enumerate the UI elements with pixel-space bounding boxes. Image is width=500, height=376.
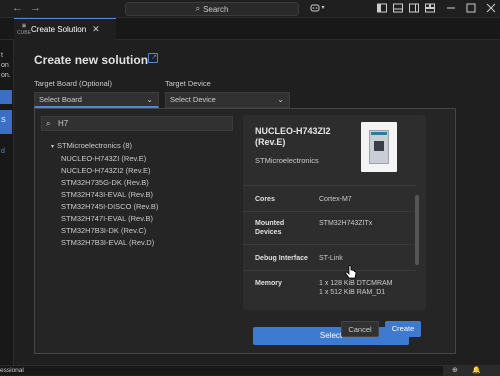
target-device-value: Select Device: [170, 95, 216, 104]
board-list-item[interactable]: STM32H735G-DK (Rev.B): [61, 178, 149, 187]
page-title: Create new solution: [34, 53, 149, 67]
search-label: Search: [203, 4, 229, 14]
detail-key: Mounted Devices: [255, 220, 285, 236]
cube-icon-label: CUBE: [17, 29, 31, 36]
board-list-item[interactable]: STM32H743I-EVAL (Rev.B): [61, 190, 153, 199]
status-bar-left-text: essional: [0, 367, 24, 374]
zoom-icon[interactable]: ⊕: [452, 366, 458, 374]
board-list-item[interactable]: STM32H747I-EVAL (Rev.B): [61, 214, 153, 223]
toggle-secondary-sidebar-icon[interactable]: [409, 3, 419, 13]
vendor-group-label: STMicroelectronics (8): [57, 141, 133, 150]
chevron-down-icon: ▾: [51, 144, 55, 150]
open-external-glyph: ↗: [151, 54, 157, 61]
board-list-item[interactable]: STM32H7B3I-EVAL (Rev.D): [61, 238, 154, 247]
target-board-label: Target Board (Optional): [34, 79, 112, 88]
detail-key: Cores: [255, 196, 275, 203]
board-filter-input[interactable]: ⌕ H7: [41, 116, 233, 131]
create-solution-view: Create new solution ↗ Target Board (Opti…: [14, 40, 500, 365]
sidebar-text-fragment: on.: [1, 72, 11, 79]
board-picker-panel: ⌕ H7 ▾ STMicroelectronics (8) NUCLEO-H743…: [34, 108, 456, 354]
sidebar-text-fragment: on: [1, 62, 9, 69]
close-icon[interactable]: [486, 3, 496, 13]
board-list-item[interactable]: NUCLEO-H743ZI2 (Rev.E): [61, 166, 150, 175]
notifications-bell-icon[interactable]: 🔔: [472, 366, 481, 374]
target-board-dropdown[interactable]: Select Board ⌄: [34, 92, 159, 108]
tab-create-solution[interactable]: ▣ CUBE Create Solution ✕: [14, 18, 116, 40]
tab-label: Create Solution: [31, 25, 87, 34]
board-filter-value: H7: [58, 119, 69, 128]
board-vendor: STMicroelectronics: [255, 156, 319, 165]
chevron-down-icon: ⌄: [146, 95, 153, 104]
sidebar-text-fragment: S: [1, 117, 6, 124]
board-name: NUCLEO-H743ZI2 (Rev.E): [255, 126, 331, 147]
detail-key: Memory: [255, 280, 282, 287]
cancel-button[interactable]: Cancel: [341, 321, 379, 337]
detail-row-mounted-devices: Mounted Devices STM32H743ZITx: [243, 211, 416, 244]
copilot-dropdown-chevron-icon[interactable]: ▾: [318, 3, 328, 13]
vendor-group[interactable]: ▾ STMicroelectronics (8): [51, 141, 132, 150]
title-bar: ← → ⌕ Search ▾: [0, 0, 500, 18]
sidebar-link-fragment[interactable]: d: [1, 148, 5, 155]
toggle-primary-sidebar-icon[interactable]: [377, 3, 387, 13]
minimize-icon[interactable]: [446, 3, 456, 13]
command-center-search[interactable]: ⌕ Search: [125, 2, 299, 16]
sidebar-button-fragment[interactable]: [0, 90, 12, 104]
target-device-dropdown[interactable]: Select Device ⌄: [165, 92, 290, 108]
back-arrow-icon[interactable]: ←: [12, 2, 23, 14]
maximize-icon[interactable]: [466, 3, 476, 13]
detail-row-memory: Memory 1 x 128 KiB DTCMRAM 1 x 512 KiB R…: [243, 270, 416, 310]
detail-row-debug-interface: Debug Interface ST-Link: [243, 244, 416, 270]
status-bar: essional ⊕ 🔔: [0, 365, 500, 376]
board-list-item[interactable]: NUCLEO-H743ZI (Rev.E): [61, 154, 146, 163]
target-device-label: Target Device: [165, 79, 211, 88]
detail-value: Cortex-M7: [319, 196, 352, 203]
search-icon: ⌕: [195, 4, 201, 13]
board-list-item[interactable]: STM32H745I-DISCO (Rev.B): [61, 202, 158, 211]
detail-row-cores: Cores Cortex-M7: [243, 185, 416, 211]
chevron-down-icon: ⌄: [277, 95, 284, 104]
sidebar-fragment: t on on. S d: [0, 40, 14, 365]
forward-arrow-icon[interactable]: →: [30, 2, 41, 14]
detail-key: Debug Interface: [255, 255, 308, 262]
board-list-item[interactable]: STM32H7B3I-DK (Rev.C): [61, 226, 146, 235]
details-scrollbar[interactable]: [415, 195, 419, 265]
toggle-panel-icon[interactable]: [393, 3, 403, 13]
detail-value-overflow: 1 x 512 KiB RAM_D1: [319, 289, 386, 296]
cube-extension-icon: ▣ CUBE: [17, 22, 31, 36]
hand-pointer-cursor-icon: [344, 265, 358, 284]
create-button[interactable]: Create: [385, 321, 421, 337]
target-board-value: Select Board: [39, 95, 82, 104]
customize-layout-icon[interactable]: [425, 3, 435, 13]
sidebar-text-fragment: t: [1, 52, 3, 59]
search-icon: ⌕: [46, 119, 51, 128]
board-image: [361, 122, 397, 172]
detail-value: ST-Link: [319, 255, 343, 262]
tab-close-icon[interactable]: ✕: [92, 24, 100, 35]
detail-value: STM32H743ZITx: [319, 220, 373, 227]
open-external-icon[interactable]: ↗: [148, 53, 158, 63]
board-details-card: NUCLEO-H743ZI2 (Rev.E) STMicroelectronic…: [243, 115, 426, 310]
